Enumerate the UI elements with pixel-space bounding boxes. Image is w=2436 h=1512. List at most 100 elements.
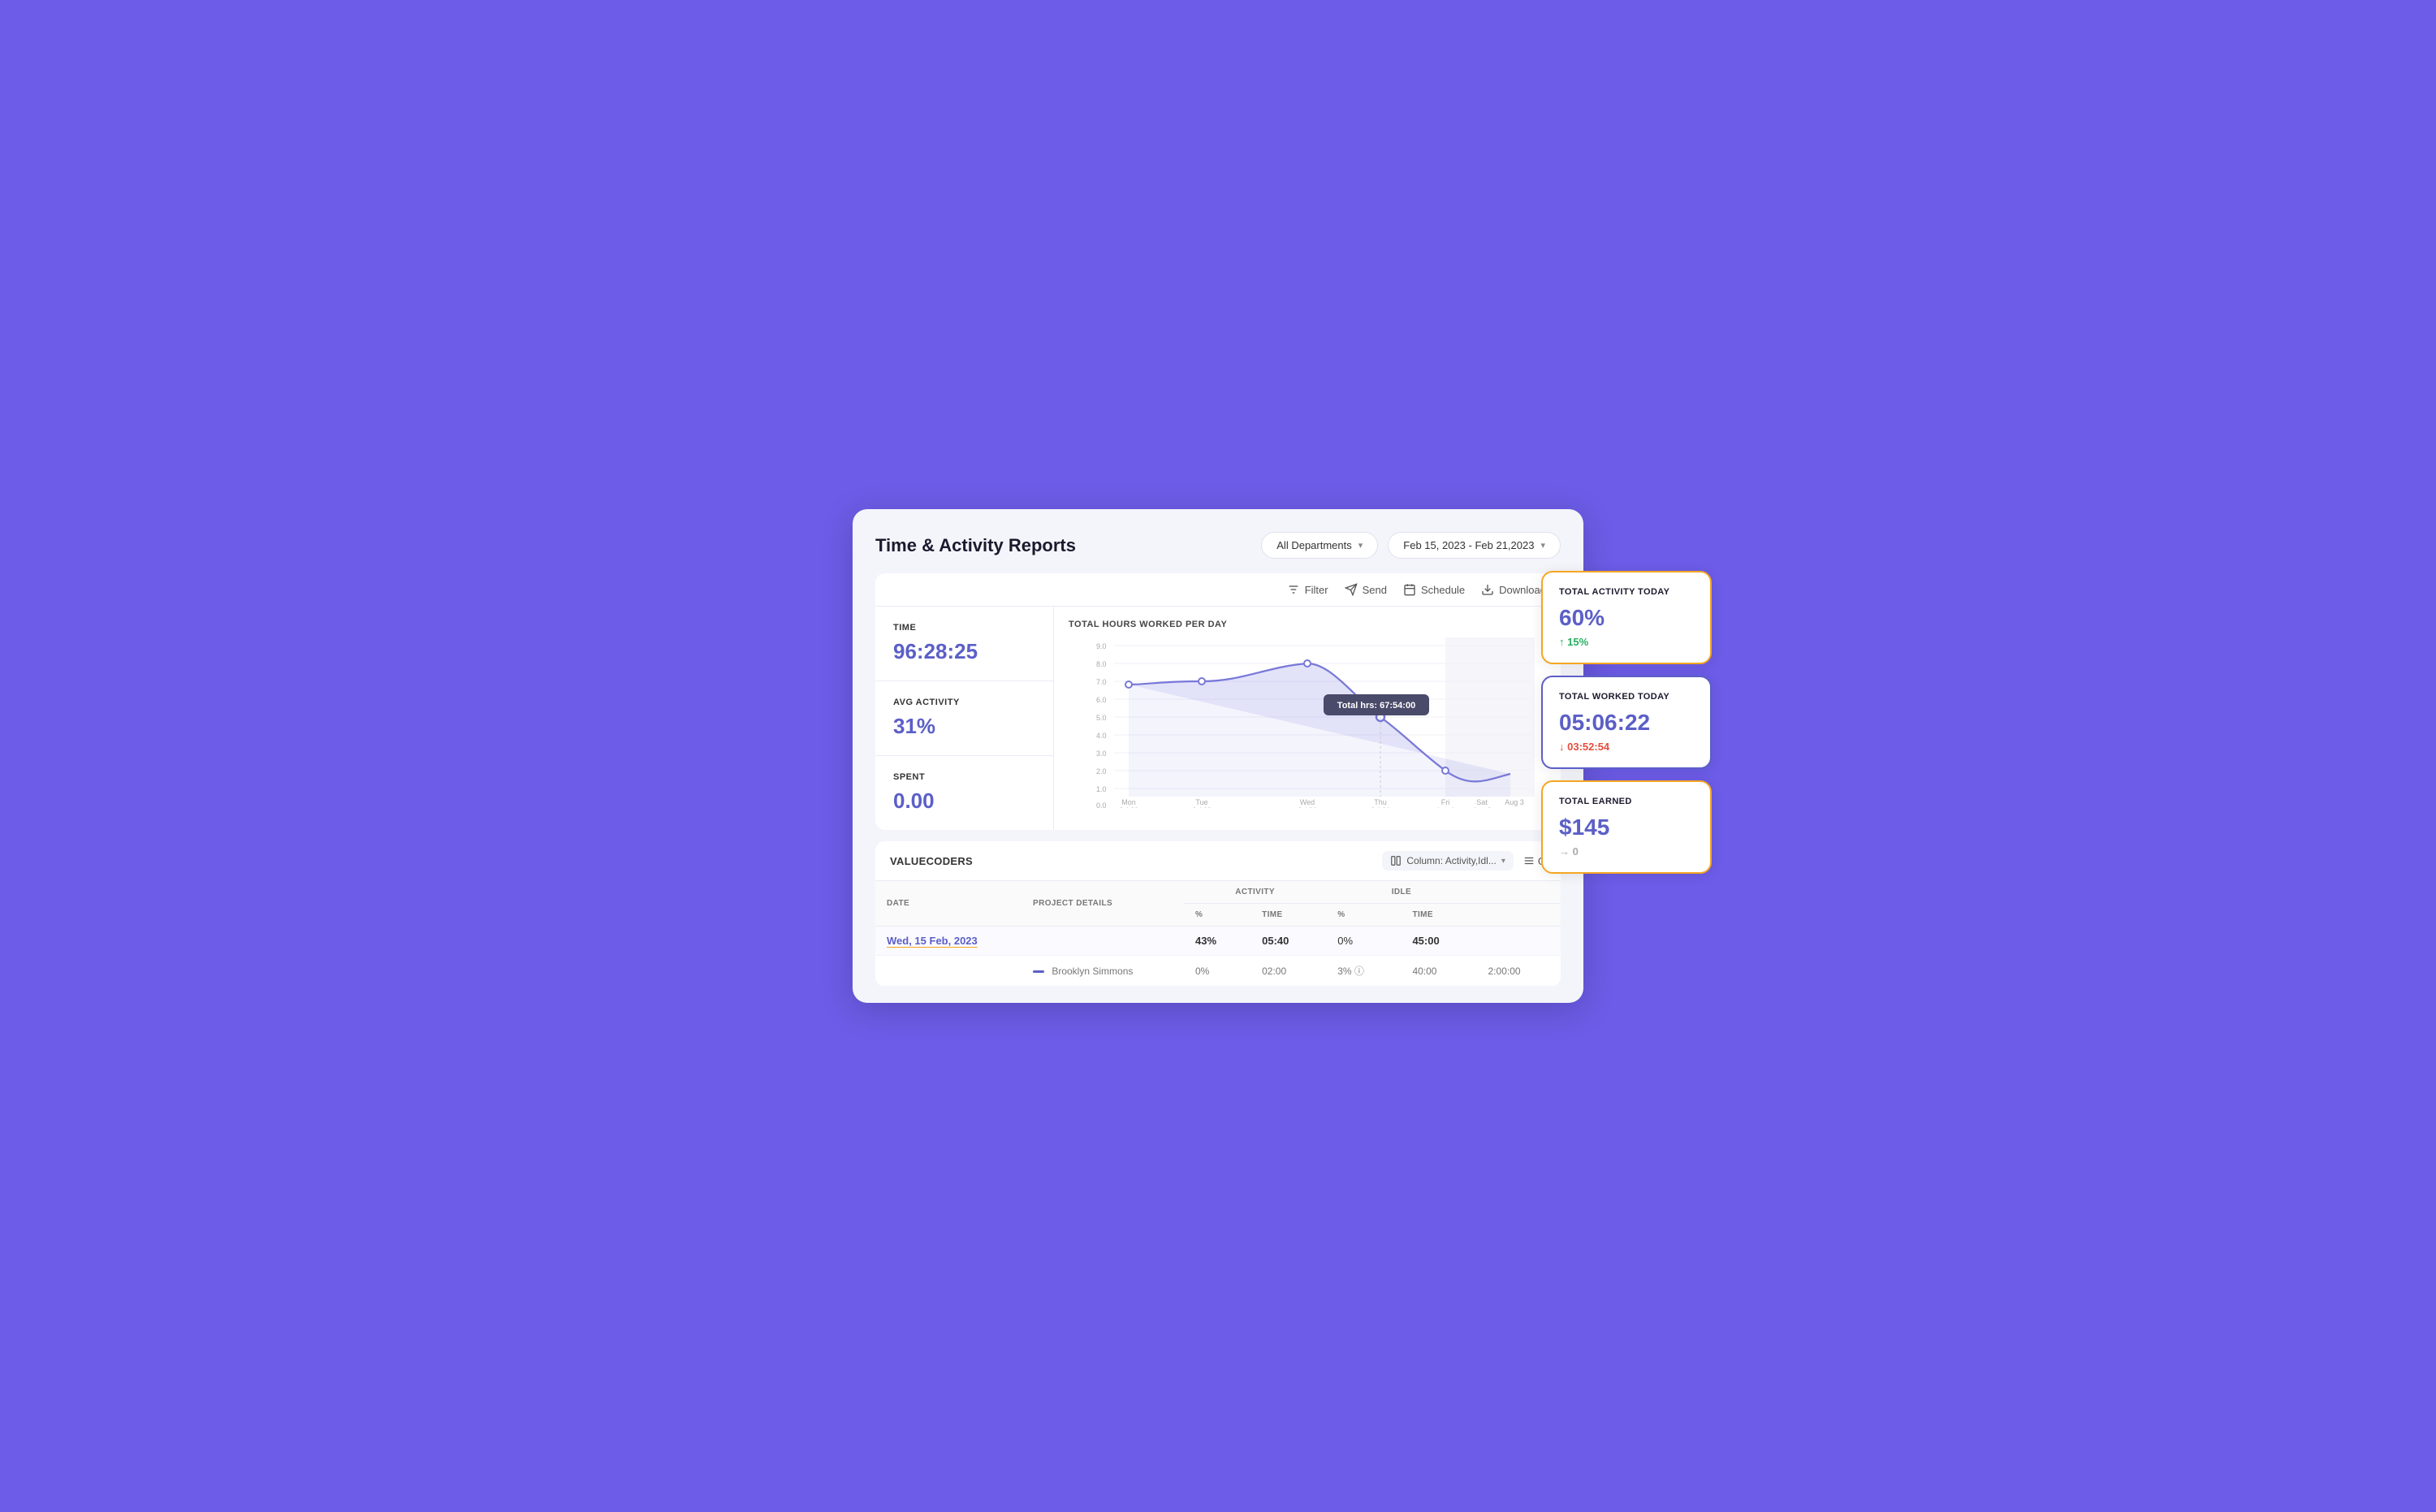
chart-svg-wrap: 9.0 8.0 7.0 6.0 5.0 4.0 3.0 2.0 1.0 0.0	[1069, 637, 1546, 812]
employee-name-cell: Brooklyn Simmons	[1021, 956, 1184, 987]
chart-svg: 9.0 8.0 7.0 6.0 5.0 4.0 3.0 2.0 1.0 0.0	[1069, 637, 1546, 808]
table-row: Wed, 15 Feb, 2023 43% 05:40 0% 45:00	[875, 927, 1561, 956]
columns-icon	[1390, 855, 1402, 866]
time-stat-card: TIME 96:28:25	[875, 607, 1053, 681]
svg-text:Wed: Wed	[1300, 798, 1315, 806]
svg-text:Jul 29: Jul 29	[1192, 806, 1212, 808]
table-body: Wed, 15 Feb, 2023 43% 05:40 0% 45:00 Bro…	[875, 927, 1561, 987]
content-area: TIME 96:28:25 AVG ACTIVITY 31% SPENT 0.0…	[875, 607, 1561, 830]
total-earned-card: TOTAL EARNED $145 → 0	[1541, 780, 1712, 874]
worked-card-title: TOTAL WORKED TODAY	[1559, 692, 1694, 702]
bottom-section: VALUECODERS Column: Activity,Idl... ▾ G …	[875, 841, 1561, 987]
chevron-down-icon: ▾	[1358, 540, 1363, 551]
group-icon	[1523, 855, 1535, 866]
download-icon	[1481, 583, 1494, 596]
left-stats: TIME 96:28:25 AVG ACTIVITY 31% SPENT 0.0…	[875, 607, 1054, 830]
filter-icon	[1287, 583, 1300, 596]
svg-text:Total hrs: 67:54:00: Total hrs: 67:54:00	[1337, 701, 1415, 711]
svg-text:5.0: 5.0	[1096, 714, 1107, 722]
svg-text:Aug 1: Aug 1	[1436, 806, 1455, 808]
svg-text:Jul 30: Jul 30	[1298, 806, 1317, 808]
svg-text:1.0: 1.0	[1096, 785, 1107, 793]
data-table: DATE PROJECT DETAILS ACTIVITY IDLE % TIM…	[875, 881, 1561, 987]
earned-card-sub: → 0	[1559, 845, 1694, 858]
svg-text:Jul 28: Jul 28	[1119, 806, 1138, 808]
avg-activity-value: 31%	[893, 714, 1035, 739]
spent-stat-card: SPENT 0.00	[875, 756, 1053, 830]
earned-card-value: $145	[1559, 814, 1694, 840]
col-idle-pct: %	[1326, 904, 1401, 927]
svg-text:8.0: 8.0	[1096, 660, 1107, 668]
spent-value: 0.00	[893, 788, 1035, 814]
svg-text:0.0: 0.0	[1096, 801, 1107, 808]
spent-label: SPENT	[893, 772, 1035, 782]
sub-idle-time2: 2:00:00	[1477, 956, 1561, 987]
col-activity-pct: %	[1184, 904, 1250, 927]
send-button[interactable]: Send	[1345, 583, 1387, 596]
table-section-label: VALUECODERS	[890, 855, 973, 867]
svg-text:6.0: 6.0	[1096, 696, 1107, 704]
column-dropdown[interactable]: Column: Activity,Idl... ▾	[1382, 851, 1514, 870]
total-activity-card: TOTAL ACTIVITY TODAY 60% ↑ 15%	[1541, 571, 1712, 664]
idle-time-cell: 45:00	[1401, 927, 1476, 956]
col-idle-time: TIME	[1401, 904, 1476, 927]
svg-text:4.0: 4.0	[1096, 732, 1107, 740]
svg-text:Tue: Tue	[1195, 798, 1207, 806]
page-header: Time & Activity Reports All Departments …	[875, 532, 1561, 559]
svg-text:Aug 3: Aug 3	[1505, 798, 1524, 806]
svg-text:Aug 2: Aug 2	[1472, 806, 1492, 808]
svg-text:Jul 31: Jul 31	[1371, 806, 1390, 808]
send-icon	[1345, 583, 1358, 596]
chart-area: TOTAL HOURS WORKED PER DAY 9.0 8.0 7.0 6…	[1054, 607, 1561, 830]
activity-card-sub: ↑ 15%	[1559, 636, 1694, 648]
col-date: DATE	[875, 881, 1021, 927]
right-cards: TOTAL ACTIVITY TODAY 60% ↑ 15% TOTAL WOR…	[1541, 571, 1712, 874]
worked-card-value: 05:06:22	[1559, 710, 1694, 736]
schedule-button[interactable]: Schedule	[1403, 583, 1465, 596]
earned-card-title: TOTAL EARNED	[1559, 797, 1694, 806]
sub-idle-pct: 3% ⓘ	[1326, 956, 1401, 987]
departments-dropdown[interactable]: All Departments ▾	[1261, 532, 1378, 559]
idle-pct-cell: 0%	[1326, 927, 1401, 956]
toolbar: Filter Send Schedule Download	[875, 573, 1561, 607]
date-cell: Wed, 15 Feb, 2023	[875, 927, 1021, 956]
sub-idle-time: 40:00	[1401, 956, 1476, 987]
activity-card-value: 60%	[1559, 605, 1694, 631]
total-worked-card: TOTAL WORKED TODAY 05:06:22 ↓ 03:52:54	[1541, 676, 1712, 769]
color-bar	[1033, 970, 1044, 973]
svg-text:Mon: Mon	[1121, 798, 1136, 806]
activity-time-cell: 05:40	[1250, 927, 1326, 956]
calendar-icon	[1403, 583, 1416, 596]
date-range-dropdown[interactable]: Feb 15, 2023 - Feb 21,2023 ▾	[1388, 532, 1561, 559]
chevron-down-icon: ▾	[1501, 857, 1505, 866]
sub-activity-pct: 0%	[1184, 956, 1250, 987]
svg-text:3.0: 3.0	[1096, 750, 1107, 758]
worked-card-sub: ↓ 03:52:54	[1559, 741, 1694, 753]
time-label: TIME	[893, 623, 1035, 633]
table-controls: Column: Activity,Idl... ▾ G	[1382, 851, 1546, 870]
col-group-idle: IDLE	[1326, 881, 1476, 904]
filter-button[interactable]: Filter	[1287, 583, 1328, 596]
avg-activity-label: AVG ACTIVITY	[893, 698, 1035, 707]
col-activity-time: TIME	[1250, 904, 1326, 927]
svg-text:7.0: 7.0	[1096, 678, 1107, 686]
page-title: Time & Activity Reports	[875, 535, 1076, 556]
download-button[interactable]: Download	[1481, 583, 1546, 596]
svg-text:Sat: Sat	[1476, 798, 1488, 806]
table-row: Brooklyn Simmons 0% 02:00 3% ⓘ 40:00 2:0…	[875, 956, 1561, 987]
chevron-down-icon: ▾	[1540, 540, 1545, 551]
col-project-details: PROJECT DETAILS	[1021, 881, 1184, 927]
activity-pct-cell: 43%	[1184, 927, 1250, 956]
svg-text:9.0: 9.0	[1096, 642, 1107, 650]
header-controls: All Departments ▾ Feb 15, 2023 - Feb 21,…	[1261, 532, 1561, 559]
svg-text:2.0: 2.0	[1096, 767, 1107, 775]
sub-activity-time: 02:00	[1250, 956, 1326, 987]
table-header-row: VALUECODERS Column: Activity,Idl... ▾ G	[875, 841, 1561, 881]
avg-activity-stat-card: AVG ACTIVITY 31%	[875, 681, 1053, 756]
col-group-activity: ACTIVITY	[1184, 881, 1326, 904]
table-header: DATE PROJECT DETAILS ACTIVITY IDLE	[875, 881, 1561, 904]
main-container: Time & Activity Reports All Departments …	[853, 509, 1583, 1003]
time-value: 96:28:25	[893, 639, 1035, 664]
activity-card-title: TOTAL ACTIVITY TODAY	[1559, 587, 1694, 597]
svg-text:Thu: Thu	[1374, 798, 1387, 806]
